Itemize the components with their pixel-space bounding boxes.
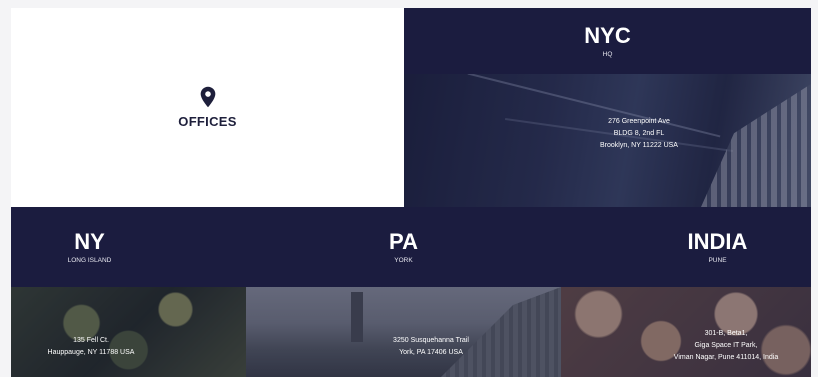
address-line: 3250 Susquehanna Trail — [393, 337, 469, 344]
office-address-india: 301-B, Beta1, Giga Space IT Park, Viman … — [646, 328, 806, 364]
address-line: 135 Fell Ct. — [73, 337, 109, 344]
address-line: York, PA 17406 USA — [399, 349, 463, 356]
address-line: Viman Nagar, Pune 411014, India — [673, 354, 779, 361]
office-name-pa: PA — [389, 228, 418, 254]
offices-title: OFFICES — [178, 114, 237, 129]
address-line: Giga Space IT Park, — [694, 342, 758, 349]
pa-photo: 3250 Susquehanna Trail York, PA 17406 US… — [246, 287, 561, 377]
offices-card: OFFICES — [11, 8, 404, 207]
office-ny-header[interactable]: NY LONG ISLAND — [11, 207, 168, 287]
office-address-pa: 3250 Susquehanna Trail York, PA 17406 US… — [346, 335, 516, 359]
address-line: 276 Greenpoint Ave — [608, 118, 670, 125]
office-subtitle-nyc: HQ — [602, 50, 613, 58]
office-address-nyc: 276 Greenpoint Ave BLDG 8, 2nd FL Brookl… — [554, 116, 724, 152]
office-india-header[interactable]: INDIA PUNE — [639, 207, 796, 287]
map-pin-icon — [200, 86, 215, 108]
office-subtitle-india: PUNE — [708, 256, 727, 264]
office-photos-row: 135 Fell Ct. Hauppauge, NY 11788 USA 325… — [11, 287, 811, 377]
address-line: BLDG 8, 2nd FL — [613, 130, 665, 137]
office-name-ny: NY — [74, 228, 105, 254]
office-subtitle-ny: LONG ISLAND — [67, 256, 112, 264]
india-photo: 301-B, Beta1, Giga Space IT Park, Viman … — [561, 287, 811, 377]
office-address-ny: 135 Fell Ct. Hauppauge, NY 11788 USA — [11, 335, 171, 359]
office-pa-header[interactable]: PA YORK — [325, 207, 482, 287]
nyc-photo: 276 Greenpoint Ave BLDG 8, 2nd FL Brookl… — [404, 74, 811, 207]
address-line: Brooklyn, NY 11222 USA — [600, 142, 678, 149]
office-name-india: INDIA — [687, 228, 748, 254]
office-nyc[interactable]: NYC HQ 276 Greenpoint Ave BLDG 8, 2nd FL… — [404, 8, 811, 207]
address-line: Hauppauge, NY 11788 USA — [47, 349, 135, 356]
office-subtitle-pa: YORK — [394, 256, 413, 264]
address-line: 301-B, Beta1, — [704, 330, 748, 337]
office-name-nyc: NYC — [584, 22, 631, 48]
ny-photo: 135 Fell Ct. Hauppauge, NY 11788 USA — [11, 287, 246, 377]
city-band: NY LONG ISLAND PA YORK INDIA PUNE — [11, 207, 811, 287]
nyc-header: NYC HQ — [404, 8, 811, 74]
